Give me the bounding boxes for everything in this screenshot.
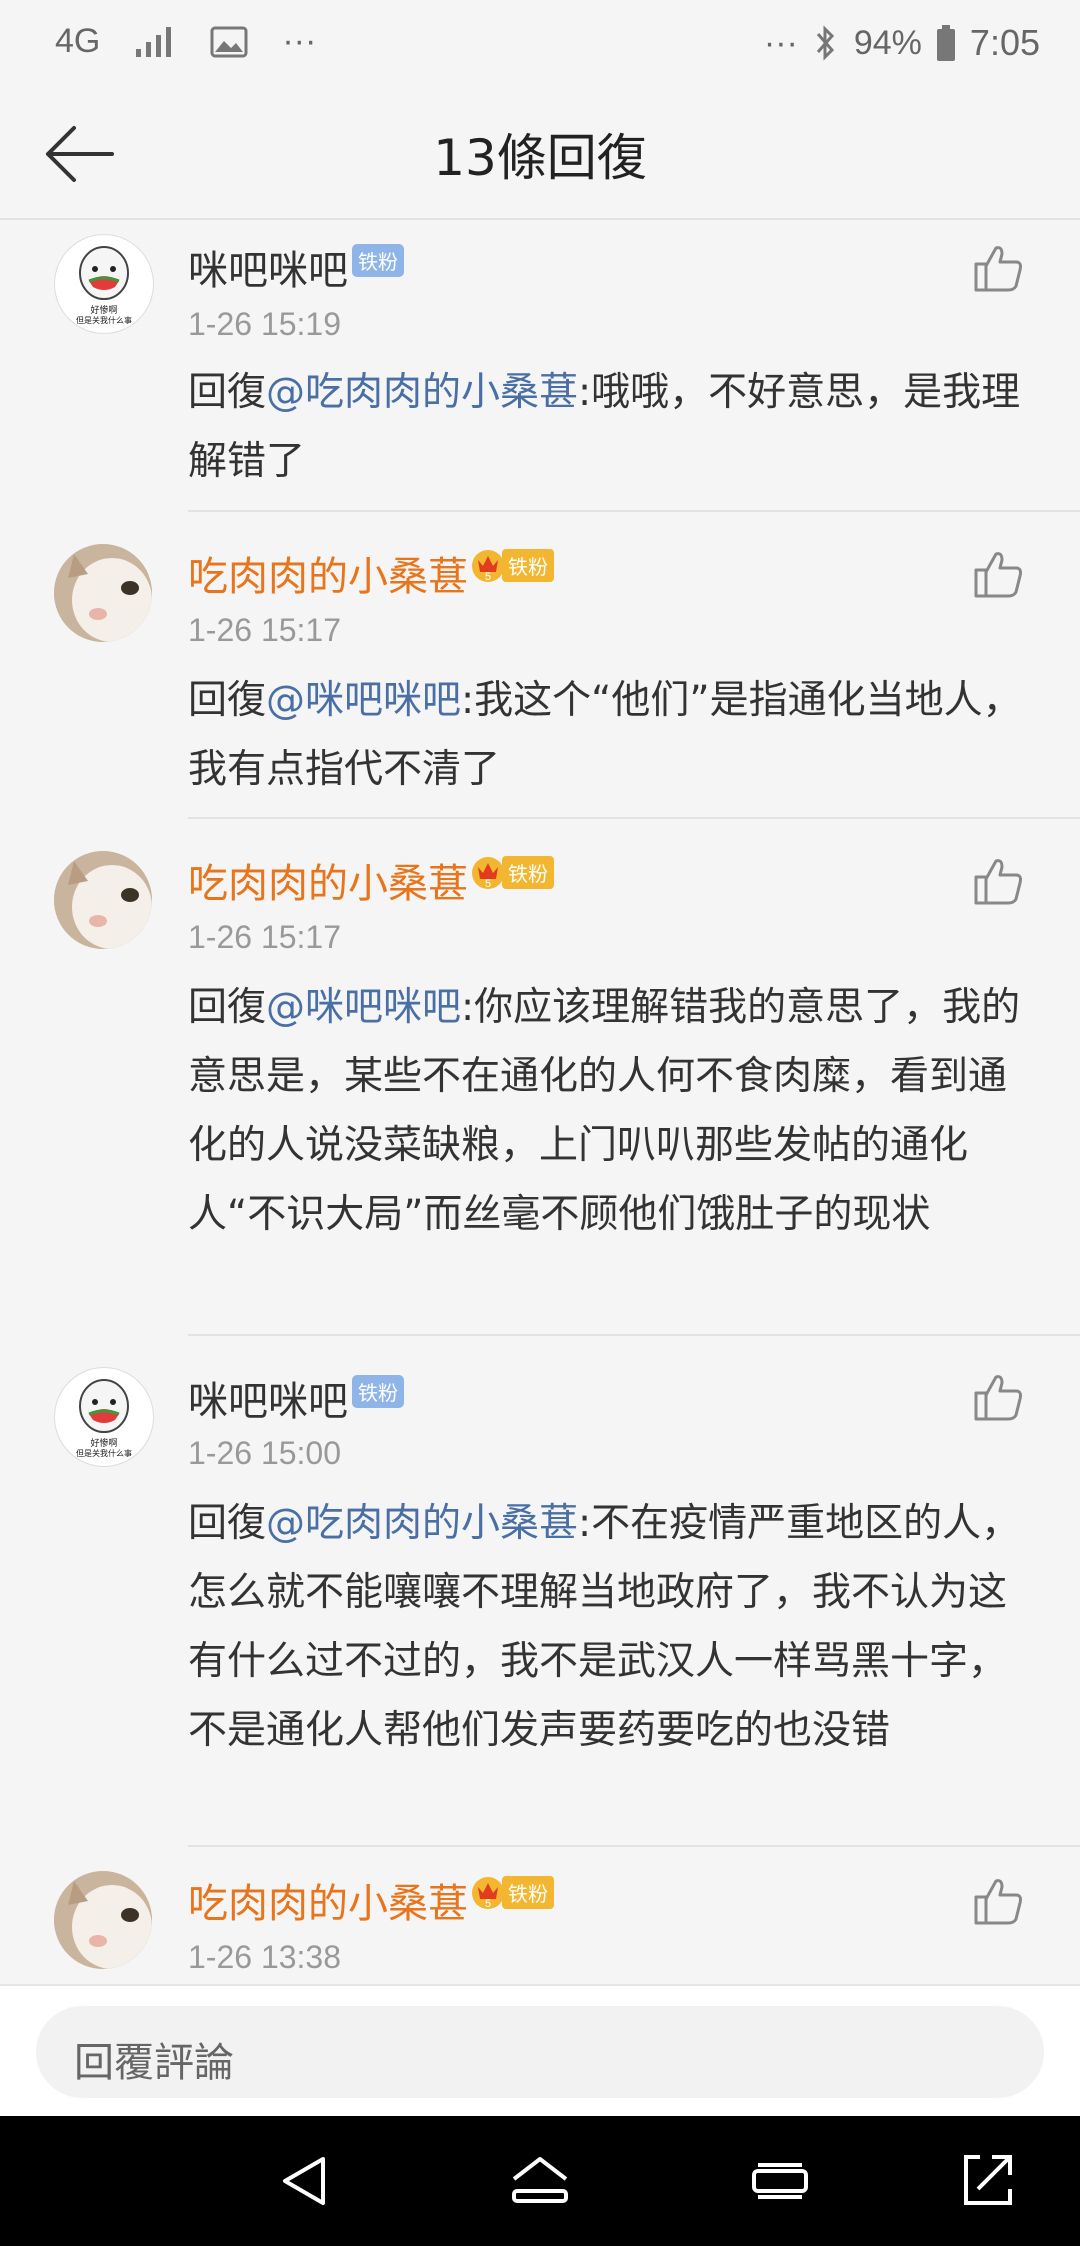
battery-percent: 94% — [853, 23, 922, 62]
reply-bar: 回覆評論 — [0, 1984, 1080, 2118]
cat-avatar-icon — [54, 544, 152, 642]
comment-item: 好惨啊 但是关我什么事 咪吧咪吧 铁粉 1-26 15:00 回復@吃肉肉的小桑… — [0, 1337, 1080, 1847]
mention-link[interactable]: @咪吧咪吧 — [266, 985, 461, 1030]
timestamp: 1-26 15:17 — [188, 919, 342, 955]
signal-icon — [136, 26, 172, 57]
nav-back-icon — [283, 2157, 325, 2205]
fan-badge: 5 铁粉 — [470, 853, 554, 891]
timestamp: 1-26 15:19 — [188, 306, 342, 342]
like-button[interactable] — [970, 240, 1026, 296]
nav-back-button[interactable] — [275, 2151, 335, 2211]
thumbs-up-icon — [974, 1375, 1022, 1421]
comment-body: 回復@咪吧咪吧:我这个“他们”是指通化当地人，我有点指代不清了 — [188, 666, 1038, 804]
like-button[interactable] — [970, 853, 1026, 909]
comment-item: 好惨啊 但是关我什么事 咪吧咪吧 铁粉 1-26 15:19 回復@吃肉肉的小桑… — [0, 220, 1080, 520]
comment-item: 吃肉肉的小桑葚 5 铁粉 1-26 13:38 — [0, 1847, 1080, 1984]
image-notification-icon — [210, 26, 248, 57]
fan-badge: 铁粉 — [352, 244, 404, 277]
like-button[interactable] — [970, 546, 1026, 602]
mention-link[interactable]: @吃肉肉的小桑葚 — [266, 1501, 578, 1546]
nav-home-button[interactable] — [510, 2151, 570, 2211]
bluetooth-icon — [816, 25, 834, 61]
username[interactable]: 咪吧咪吧 — [188, 238, 348, 296]
reply-comment-input[interactable]: 回覆評論 — [36, 2006, 1044, 2098]
page-title: 13條回復 — [433, 129, 647, 187]
avatar[interactable]: 好惨啊 但是关我什么事 — [54, 234, 154, 334]
battery-icon — [936, 25, 955, 61]
more-status: ··· — [763, 23, 798, 62]
nav-rotate-icon — [964, 2155, 1012, 2205]
fan-badge: 5 铁粉 — [470, 1873, 554, 1911]
comment-item: 吃肉肉的小桑葚 5 铁粉 1-26 15:17 回復@咪吧咪吧:你应该理解错我的… — [0, 827, 1080, 1337]
reply-placeholder: 回覆評論 — [74, 2040, 234, 2086]
more-notifications: ··· — [282, 22, 317, 60]
svg-text:5: 5 — [485, 878, 491, 890]
reply-prefix: 回復 — [188, 370, 267, 415]
clock: 7:05 — [969, 22, 1040, 63]
fan-badge: 铁粉 — [352, 1375, 404, 1408]
nav-rotate-button[interactable] — [958, 2151, 1018, 2211]
vip-crown-icon: 5 — [472, 550, 504, 583]
thumbs-up-icon — [974, 552, 1022, 598]
fan-badge-label: 铁粉 — [502, 548, 554, 582]
fan-badge-label: 铁粉 — [352, 1375, 404, 1408]
vip-crown-icon: 5 — [472, 857, 504, 890]
username[interactable]: 吃肉肉的小桑葚 — [188, 851, 468, 909]
cat-avatar-icon — [54, 851, 152, 949]
svg-text:5: 5 — [485, 571, 491, 583]
mention-link[interactable]: @吃肉肉的小桑葚 — [266, 370, 578, 415]
system-nav-bar — [0, 2116, 1080, 2246]
avatar[interactable] — [54, 544, 152, 642]
username[interactable]: 咪吧咪吧 — [188, 1369, 348, 1427]
like-button[interactable] — [970, 1873, 1026, 1929]
avatar[interactable]: 好惨啊 但是关我什么事 — [54, 1367, 154, 1467]
comment-item: 吃肉肉的小桑葚 5 铁粉 1-26 15:17 回復@咪吧咪吧:我这个“他们”是… — [0, 520, 1080, 827]
fan-badge: 5 铁粉 — [470, 546, 554, 584]
fan-badge-label: 铁粉 — [502, 855, 554, 889]
network-indicator: 4G — [55, 22, 101, 60]
fan-badge-label: 铁粉 — [502, 1875, 554, 1909]
username[interactable]: 吃肉肉的小桑葚 — [188, 544, 468, 602]
mention-link[interactable]: @咪吧咪吧 — [266, 678, 461, 723]
divider — [188, 817, 1080, 819]
fan-badge-label: 铁粉 — [352, 244, 404, 277]
reply-list[interactable]: 好惨啊 但是关我什么事 咪吧咪吧 铁粉 1-26 15:19 回復@吃肉肉的小桑… — [0, 220, 1080, 1984]
svg-text:5: 5 — [485, 1898, 491, 1910]
username[interactable]: 吃肉肉的小桑葚 — [188, 1871, 468, 1929]
nav-home-icon — [512, 2157, 568, 2203]
avatar[interactable] — [54, 851, 152, 949]
avatar[interactable] — [54, 1871, 152, 1969]
comment-body: 回復@咪吧咪吧:你应该理解错我的意思了，我的意思是，某些不在通化的人何不食肉糜，… — [188, 973, 1038, 1249]
reply-prefix: 回復 — [188, 985, 267, 1030]
divider — [188, 1334, 1080, 1336]
divider — [188, 510, 1080, 512]
timestamp: 1-26 15:17 — [188, 612, 342, 648]
timestamp: 1-26 15:00 — [188, 1435, 342, 1471]
thumbs-up-icon — [974, 246, 1022, 292]
status-bar: 4G ··· ··· 94% 7:05 — [0, 0, 1080, 90]
avatar-caption: 但是关我什么事 — [76, 316, 132, 325]
vip-crown-icon: 5 — [472, 1877, 504, 1910]
avatar-caption: 但是关我什么事 — [76, 1449, 132, 1458]
title-bar: 13條回復 — [0, 90, 1080, 220]
thumbs-up-icon — [974, 1879, 1022, 1925]
thumbs-up-icon — [974, 859, 1022, 905]
nav-recents-icon — [752, 2163, 808, 2199]
timestamp: 1-26 13:38 — [188, 1939, 342, 1975]
reply-prefix: 回復 — [188, 1501, 267, 1546]
reply-prefix: 回復 — [188, 678, 267, 723]
comment-body: 回復@吃肉肉的小桑葚:不在疫情严重地区的人，怎么就不能嚷嚷不理解当地政府了，我不… — [188, 1489, 1038, 1765]
like-button[interactable] — [970, 1369, 1026, 1425]
cat-avatar-icon — [54, 1871, 152, 1969]
comment-body: 回復@吃肉肉的小桑葚:哦哦，不好意思，是我理解错了 — [188, 358, 1038, 496]
nav-recents-button[interactable] — [750, 2151, 810, 2211]
